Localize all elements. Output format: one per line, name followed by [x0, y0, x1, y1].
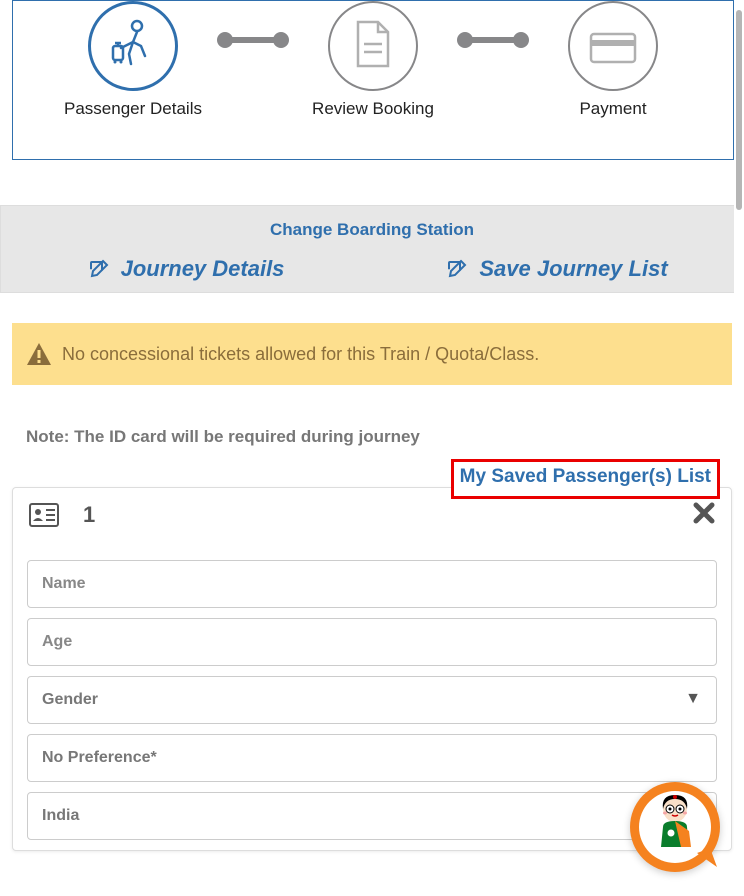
step-circle-review [328, 1, 418, 91]
journey-action-bar: Change Boarding Station Journey Details … [0, 205, 744, 293]
journey-details-text: Journey Details [121, 256, 285, 282]
warning-banner: No concessional tickets allowed for this… [12, 323, 732, 385]
edit-icon [89, 259, 109, 279]
save-journey-link[interactable]: Save Journey List [372, 256, 743, 282]
warning-triangle-icon [26, 341, 52, 367]
step-label-passenger: Passenger Details [64, 99, 202, 119]
document-icon [348, 16, 398, 76]
change-boarding-link[interactable]: Change Boarding Station [1, 214, 743, 250]
saved-passengers-link[interactable]: My Saved Passenger(s) List [451, 459, 720, 499]
passenger-card: 1 Gender ▼ No Preference* India [12, 487, 732, 851]
passenger-header: 1 [27, 502, 717, 560]
booking-stepper: Passenger Details Review Booking [13, 1, 733, 119]
step-label-payment: Payment [579, 99, 646, 119]
save-journey-text: Save Journey List [479, 256, 667, 282]
stepper-card: Passenger Details Review Booking [12, 0, 734, 160]
preference-select[interactable]: No Preference* [27, 734, 717, 782]
remove-passenger-button[interactable] [693, 502, 715, 529]
step-passenger-details[interactable]: Passenger Details [63, 1, 203, 119]
chat-assistant-button[interactable] [630, 782, 720, 872]
step-connector-2 [463, 37, 523, 43]
traveler-icon [103, 16, 163, 76]
step-label-review: Review Booking [312, 99, 434, 119]
warning-text: No concessional tickets allowed for this… [62, 344, 539, 365]
chat-bubble-tail [697, 848, 717, 872]
scrollbar-thumb[interactable] [736, 10, 742, 210]
age-input[interactable] [27, 618, 717, 666]
step-circle-payment [568, 1, 658, 91]
step-connector-1 [223, 37, 283, 43]
passenger-number: 1 [83, 502, 95, 528]
card-icon [585, 26, 641, 66]
step-payment[interactable]: Payment [543, 1, 683, 119]
gender-select[interactable]: Gender [27, 676, 717, 724]
scrollbar-track [734, 0, 744, 896]
nationality-select[interactable]: India [27, 792, 717, 840]
id-card-note: Note: The ID card will be required durin… [26, 427, 732, 447]
name-input[interactable] [27, 560, 717, 608]
journey-details-link[interactable]: Journey Details [1, 256, 372, 282]
edit-icon [447, 259, 467, 279]
step-circle-passenger [88, 1, 178, 91]
id-card-icon [29, 503, 59, 527]
close-icon [693, 502, 715, 524]
journey-links-row: Journey Details Save Journey List [1, 250, 743, 292]
step-review-booking[interactable]: Review Booking [303, 1, 443, 119]
gender-select-wrapper: Gender ▼ [27, 676, 717, 724]
